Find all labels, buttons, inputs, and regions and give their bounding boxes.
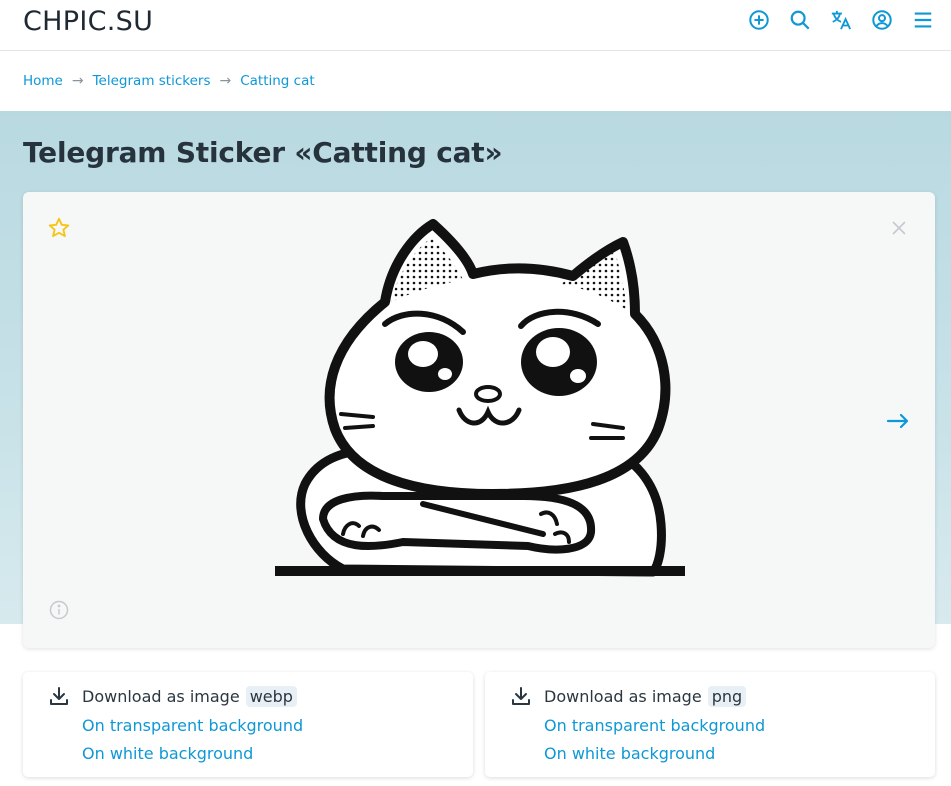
format-badge-webp: webp [245,686,297,707]
close-icon[interactable] [889,218,909,238]
menu-icon[interactable] [912,9,934,31]
next-arrow-icon[interactable] [885,408,911,434]
page-title: Telegram Sticker «Catting cat» [23,136,503,169]
download-icon [511,686,531,706]
account-icon[interactable] [871,9,893,31]
add-icon[interactable] [748,9,770,31]
breadcrumb: Home → Telegram stickers → Catting cat [23,73,315,89]
info-icon[interactable] [49,600,69,620]
search-icon[interactable] [789,9,811,31]
breadcrumb-telegram-stickers[interactable]: Telegram stickers [93,73,211,89]
breadcrumb-separator: → [71,73,84,89]
download-title: Download as image png [544,686,747,707]
download-icon [49,686,69,706]
download-label: Download as image [544,687,702,706]
sticker-viewer [23,192,935,648]
download-webp-transparent-link[interactable]: On transparent background [82,716,303,735]
sticker-image [275,219,685,577]
download-png-white-link[interactable]: On white background [544,744,715,763]
download-webp-white-link[interactable]: On white background [82,744,253,763]
breadcrumb-separator: → [219,73,232,89]
top-bar: CHPIC.SU [0,0,951,51]
breadcrumb-current[interactable]: Catting cat [240,73,314,89]
site-logo[interactable]: CHPIC.SU [23,6,153,37]
download-webp-box: Download as image webp On transparent ba… [23,672,473,777]
favorite-star-icon[interactable] [47,216,71,240]
format-badge-png: png [707,686,747,707]
download-title: Download as image webp [82,686,297,707]
download-label: Download as image [82,687,240,706]
download-png-box: Download as image png On transparent bac… [485,672,935,777]
download-png-transparent-link[interactable]: On transparent background [544,716,765,735]
translate-icon[interactable] [830,9,852,31]
breadcrumb-home[interactable]: Home [23,73,63,89]
